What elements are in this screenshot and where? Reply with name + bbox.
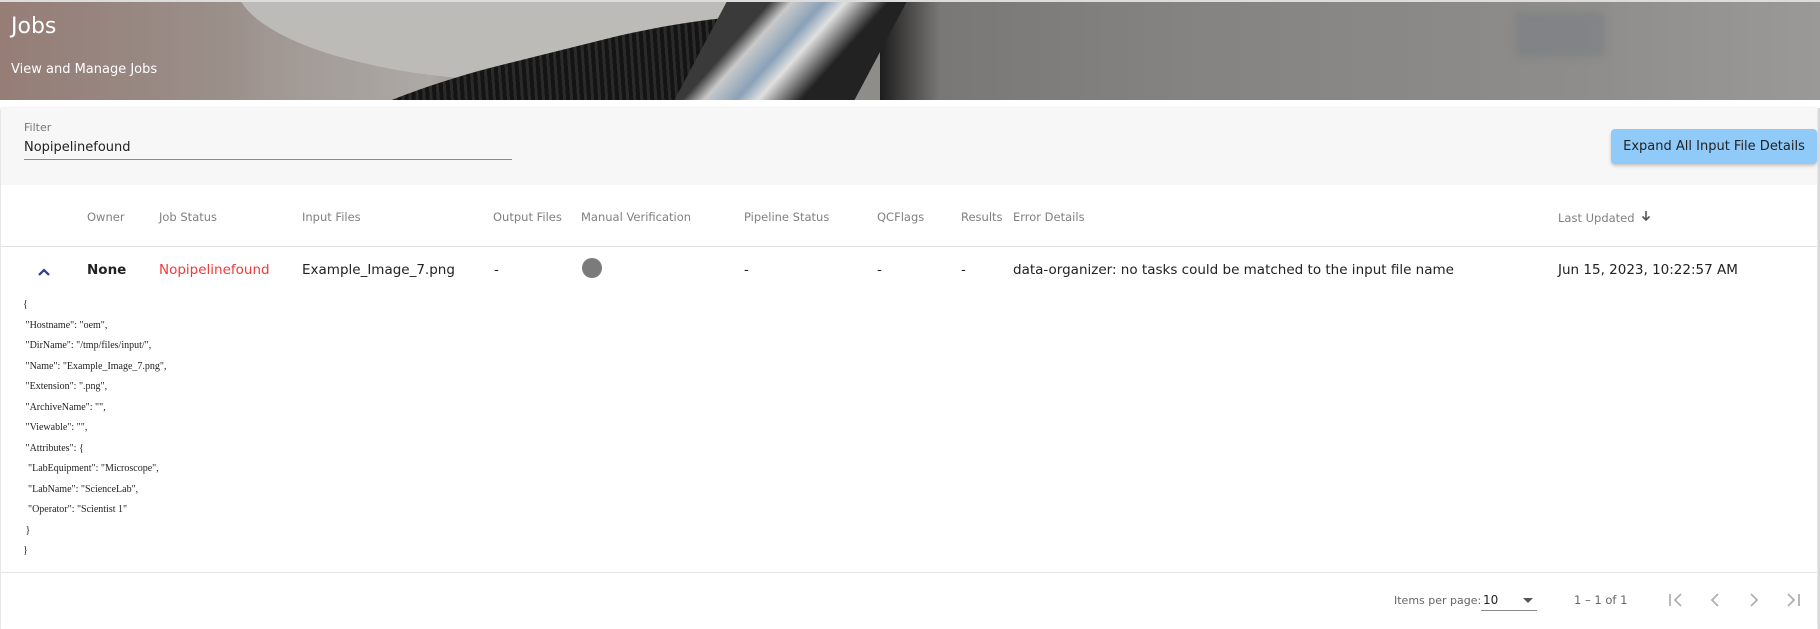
- details-line: "Viewable": "",: [23, 422, 88, 433]
- arrow-down-icon: [1641, 210, 1651, 225]
- page-title: Jobs: [11, 14, 57, 39]
- cell-job-status: Nopipelinefound: [159, 262, 270, 278]
- first-page-icon: [1669, 593, 1682, 607]
- filter-input[interactable]: [24, 136, 512, 160]
- cell-results: -: [961, 262, 966, 278]
- next-page-button[interactable]: [1739, 585, 1769, 615]
- page-subtitle: View and Manage Jobs: [11, 62, 158, 77]
- page-header-banner: Jobs View and Manage Jobs: [0, 0, 1820, 100]
- chevron-left-icon: [1710, 593, 1719, 607]
- table-header-row: Owner Job Status Input Files Output File…: [1, 185, 1817, 247]
- paginator: Items per page: 10 1 – 1 of 1: [1, 573, 1817, 629]
- cell-error-details: data-organizer: no tasks could be matche…: [1013, 262, 1454, 278]
- cell-owner: None: [87, 262, 127, 278]
- column-header-last-updated[interactable]: Last Updated: [1558, 210, 1651, 225]
- details-line: "LabEquipment": "Microscope",: [23, 463, 159, 474]
- column-header-job-status[interactable]: Job Status: [159, 210, 217, 224]
- dropdown-arrow-icon: [1523, 598, 1533, 603]
- page-range-label: 1 – 1 of 1: [1574, 593, 1628, 607]
- chevron-up-icon[interactable]: [37, 263, 51, 276]
- filter-label: Filter: [24, 121, 52, 134]
- manual-verification-status-indicator: [582, 258, 602, 278]
- details-line: }: [23, 545, 28, 556]
- input-file-details-json: { "Hostname": "oem", "DirName": "/tmp/fi…: [23, 295, 167, 562]
- details-line: "ArchiveName": "",: [23, 401, 106, 413]
- details-line: "Operator": "Scientist 1": [23, 504, 128, 515]
- banner-image-background: [880, 2, 1820, 100]
- details-line: "Extension": ".png",: [23, 381, 108, 392]
- column-header-results[interactable]: Results: [961, 210, 1003, 224]
- column-header-manual-verification[interactable]: Manual Verification: [581, 210, 691, 224]
- items-per-page-value: 10: [1483, 593, 1499, 607]
- chevron-right-icon: [1750, 593, 1759, 607]
- cell-output-files: -: [494, 262, 499, 278]
- details-line: "Name": "Example_Image_7.png",: [23, 360, 167, 372]
- last-page-button[interactable]: [1778, 585, 1808, 615]
- table-row[interactable]: None Nopipelinefound Example_Image_7.png…: [1, 247, 1817, 289]
- details-line: "DirName": "/tmp/files/input/",: [23, 340, 152, 351]
- details-line: {: [23, 299, 28, 310]
- banner-image-blur: [1515, 12, 1605, 57]
- column-header-last-updated-label: Last Updated: [1558, 211, 1635, 225]
- column-header-qcflags[interactable]: QCFlags: [877, 210, 924, 224]
- cell-qcflags: -: [877, 262, 882, 278]
- previous-page-button[interactable]: [1700, 585, 1730, 615]
- last-page-icon: [1787, 593, 1800, 607]
- expand-all-input-file-details-button[interactable]: Expand All Input File Details: [1611, 129, 1817, 164]
- cell-input-files[interactable]: Example_Image_7.png: [302, 262, 455, 278]
- details-line: "Hostname": "oem",: [23, 319, 108, 331]
- column-header-error-details[interactable]: Error Details: [1013, 210, 1085, 224]
- column-header-input-files[interactable]: Input Files: [302, 210, 361, 224]
- details-line: "LabName": "ScienceLab",: [23, 483, 139, 495]
- details-line: }: [23, 524, 31, 536]
- first-page-button[interactable]: [1661, 585, 1691, 615]
- column-header-output-files[interactable]: Output Files: [493, 210, 562, 224]
- details-line: "Attributes": {: [23, 442, 84, 454]
- column-header-pipeline-status[interactable]: Pipeline Status: [744, 210, 829, 224]
- column-header-owner[interactable]: Owner: [87, 210, 125, 224]
- cell-pipeline-status: -: [744, 262, 749, 278]
- cell-last-updated: Jun 15, 2023, 10:22:57 AM: [1558, 262, 1738, 278]
- items-per-page-select[interactable]: 10: [1481, 589, 1537, 611]
- jobs-table-card: Filter Expand All Input File Details Own…: [1, 108, 1817, 629]
- items-per-page-label: Items per page:: [1394, 594, 1482, 607]
- filter-bar: Filter Expand All Input File Details: [1, 108, 1817, 185]
